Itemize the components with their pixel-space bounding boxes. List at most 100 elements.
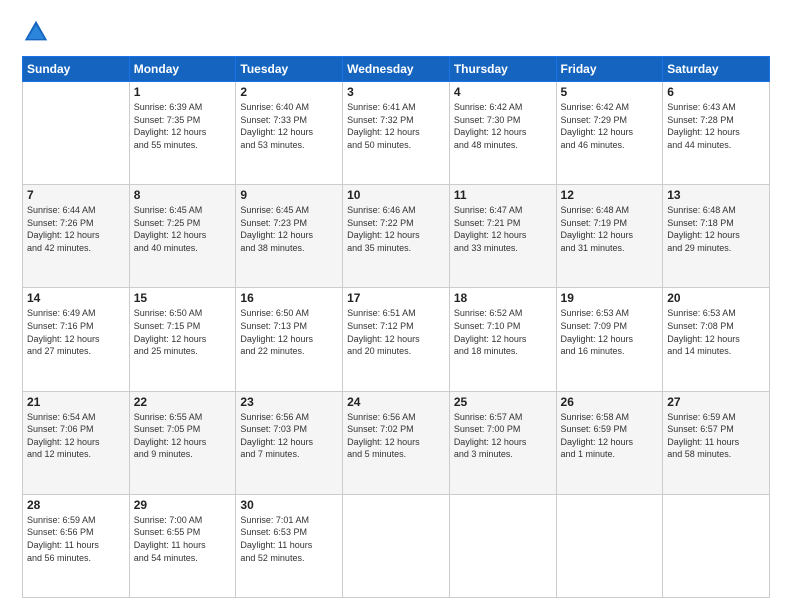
day-number: 17 xyxy=(347,291,445,305)
header-sunday: Sunday xyxy=(23,57,130,82)
day-info: Sunrise: 7:01 AM Sunset: 6:53 PM Dayligh… xyxy=(240,514,338,564)
calendar-cell xyxy=(556,494,663,597)
calendar-cell: 11 Sunrise: 6:47 AM Sunset: 7:21 PM Dayli… xyxy=(449,185,556,288)
day-info: Sunrise: 6:48 AM Sunset: 7:18 PM Dayligh… xyxy=(667,204,765,254)
day-number: 27 xyxy=(667,395,765,409)
day-number: 1 xyxy=(134,85,232,99)
day-number: 22 xyxy=(134,395,232,409)
day-info: Sunrise: 6:56 AM Sunset: 7:02 PM Dayligh… xyxy=(347,411,445,461)
day-number: 30 xyxy=(240,498,338,512)
day-number: 14 xyxy=(27,291,125,305)
calendar-cell xyxy=(663,494,770,597)
calendar-cell: 29 Sunrise: 7:00 AM Sunset: 6:55 PM Dayli… xyxy=(129,494,236,597)
day-info: Sunrise: 6:42 AM Sunset: 7:29 PM Dayligh… xyxy=(561,101,659,151)
calendar-cell: 25 Sunrise: 6:57 AM Sunset: 7:00 PM Dayli… xyxy=(449,391,556,494)
calendar-cell: 2Sunrise: 6:40 AM Sunset: 7:33 PM Daylig… xyxy=(236,82,343,185)
calendar-cell: 22 Sunrise: 6:55 AM Sunset: 7:05 PM Dayli… xyxy=(129,391,236,494)
calendar-table: SundayMondayTuesdayWednesdayThursdayFrid… xyxy=(22,56,770,598)
calendar-cell: 27 Sunrise: 6:59 AM Sunset: 6:57 PM Dayli… xyxy=(663,391,770,494)
week-row-4: 28 Sunrise: 6:59 AM Sunset: 6:56 PM Dayli… xyxy=(23,494,770,597)
calendar-cell: 21 Sunrise: 6:54 AM Sunset: 7:06 PM Dayli… xyxy=(23,391,130,494)
day-number: 29 xyxy=(134,498,232,512)
week-row-1: 7 Sunrise: 6:44 AM Sunset: 7:26 PM Daylig… xyxy=(23,185,770,288)
calendar-cell: 10 Sunrise: 6:46 AM Sunset: 7:22 PM Dayli… xyxy=(343,185,450,288)
day-number: 7 xyxy=(27,188,125,202)
day-info: Sunrise: 6:49 AM Sunset: 7:16 PM Dayligh… xyxy=(27,307,125,357)
day-number: 9 xyxy=(240,188,338,202)
day-number: 20 xyxy=(667,291,765,305)
calendar-cell: 19 Sunrise: 6:53 AM Sunset: 7:09 PM Dayli… xyxy=(556,288,663,391)
day-info: Sunrise: 6:59 AM Sunset: 6:57 PM Dayligh… xyxy=(667,411,765,461)
day-info: Sunrise: 6:43 AM Sunset: 7:28 PM Dayligh… xyxy=(667,101,765,151)
header xyxy=(22,18,770,46)
day-number: 15 xyxy=(134,291,232,305)
day-number: 25 xyxy=(454,395,552,409)
day-number: 10 xyxy=(347,188,445,202)
day-info: Sunrise: 6:45 AM Sunset: 7:25 PM Dayligh… xyxy=(134,204,232,254)
calendar-cell: 28 Sunrise: 6:59 AM Sunset: 6:56 PM Dayli… xyxy=(23,494,130,597)
day-info: Sunrise: 6:59 AM Sunset: 6:56 PM Dayligh… xyxy=(27,514,125,564)
calendar-cell: 8 Sunrise: 6:45 AM Sunset: 7:25 PM Daylig… xyxy=(129,185,236,288)
header-monday: Monday xyxy=(129,57,236,82)
day-number: 21 xyxy=(27,395,125,409)
week-row-2: 14 Sunrise: 6:49 AM Sunset: 7:16 PM Dayli… xyxy=(23,288,770,391)
calendar-cell: 3Sunrise: 6:41 AM Sunset: 7:32 PM Daylig… xyxy=(343,82,450,185)
week-row-3: 21 Sunrise: 6:54 AM Sunset: 7:06 PM Dayli… xyxy=(23,391,770,494)
calendar-cell: 24 Sunrise: 6:56 AM Sunset: 7:02 PM Dayli… xyxy=(343,391,450,494)
day-info: Sunrise: 6:52 AM Sunset: 7:10 PM Dayligh… xyxy=(454,307,552,357)
day-info: Sunrise: 6:44 AM Sunset: 7:26 PM Dayligh… xyxy=(27,204,125,254)
day-info: Sunrise: 6:51 AM Sunset: 7:12 PM Dayligh… xyxy=(347,307,445,357)
day-number: 13 xyxy=(667,188,765,202)
header-friday: Friday xyxy=(556,57,663,82)
calendar-cell: 14 Sunrise: 6:49 AM Sunset: 7:16 PM Dayli… xyxy=(23,288,130,391)
day-info: Sunrise: 7:00 AM Sunset: 6:55 PM Dayligh… xyxy=(134,514,232,564)
calendar-cell: 15 Sunrise: 6:50 AM Sunset: 7:15 PM Dayli… xyxy=(129,288,236,391)
day-number: 12 xyxy=(561,188,659,202)
day-number: 28 xyxy=(27,498,125,512)
day-number: 4 xyxy=(454,85,552,99)
day-info: Sunrise: 6:47 AM Sunset: 7:21 PM Dayligh… xyxy=(454,204,552,254)
day-number: 16 xyxy=(240,291,338,305)
day-info: Sunrise: 6:53 AM Sunset: 7:09 PM Dayligh… xyxy=(561,307,659,357)
day-number: 23 xyxy=(240,395,338,409)
day-info: Sunrise: 6:57 AM Sunset: 7:00 PM Dayligh… xyxy=(454,411,552,461)
header-thursday: Thursday xyxy=(449,57,556,82)
calendar-cell: 16 Sunrise: 6:50 AM Sunset: 7:13 PM Dayli… xyxy=(236,288,343,391)
calendar-cell xyxy=(23,82,130,185)
day-number: 26 xyxy=(561,395,659,409)
calendar-cell xyxy=(343,494,450,597)
day-number: 8 xyxy=(134,188,232,202)
logo-icon xyxy=(22,18,50,46)
day-info: Sunrise: 6:50 AM Sunset: 7:13 PM Dayligh… xyxy=(240,307,338,357)
day-info: Sunrise: 6:42 AM Sunset: 7:30 PM Dayligh… xyxy=(454,101,552,151)
day-info: Sunrise: 6:53 AM Sunset: 7:08 PM Dayligh… xyxy=(667,307,765,357)
day-info: Sunrise: 6:46 AM Sunset: 7:22 PM Dayligh… xyxy=(347,204,445,254)
day-number: 3 xyxy=(347,85,445,99)
day-number: 5 xyxy=(561,85,659,99)
calendar-cell: 6 Sunrise: 6:43 AM Sunset: 7:28 PM Daylig… xyxy=(663,82,770,185)
day-info: Sunrise: 6:45 AM Sunset: 7:23 PM Dayligh… xyxy=(240,204,338,254)
calendar-cell: 18Sunrise: 6:52 AM Sunset: 7:10 PM Dayli… xyxy=(449,288,556,391)
calendar-cell: 17 Sunrise: 6:51 AM Sunset: 7:12 PM Dayli… xyxy=(343,288,450,391)
day-number: 24 xyxy=(347,395,445,409)
day-info: Sunrise: 6:48 AM Sunset: 7:19 PM Dayligh… xyxy=(561,204,659,254)
day-info: Sunrise: 6:55 AM Sunset: 7:05 PM Dayligh… xyxy=(134,411,232,461)
day-number: 19 xyxy=(561,291,659,305)
calendar-cell: 5 Sunrise: 6:42 AM Sunset: 7:29 PM Daylig… xyxy=(556,82,663,185)
calendar-cell: 26 Sunrise: 6:58 AM Sunset: 6:59 PM Dayli… xyxy=(556,391,663,494)
calendar-cell: 30 Sunrise: 7:01 AM Sunset: 6:53 PM Dayli… xyxy=(236,494,343,597)
day-info: Sunrise: 6:54 AM Sunset: 7:06 PM Dayligh… xyxy=(27,411,125,461)
day-info: Sunrise: 6:39 AM Sunset: 7:35 PM Dayligh… xyxy=(134,101,232,151)
calendar-cell: 1 Sunrise: 6:39 AM Sunset: 7:35 PM Daylig… xyxy=(129,82,236,185)
calendar-cell xyxy=(449,494,556,597)
calendar-cell: 9 Sunrise: 6:45 AM Sunset: 7:23 PM Daylig… xyxy=(236,185,343,288)
day-number: 11 xyxy=(454,188,552,202)
header-tuesday: Tuesday xyxy=(236,57,343,82)
day-info: Sunrise: 6:50 AM Sunset: 7:15 PM Dayligh… xyxy=(134,307,232,357)
calendar-cell: 12 Sunrise: 6:48 AM Sunset: 7:19 PM Dayli… xyxy=(556,185,663,288)
calendar-cell: 7 Sunrise: 6:44 AM Sunset: 7:26 PM Daylig… xyxy=(23,185,130,288)
logo xyxy=(22,18,54,46)
day-info: Sunrise: 6:56 AM Sunset: 7:03 PM Dayligh… xyxy=(240,411,338,461)
day-number: 6 xyxy=(667,85,765,99)
day-info: Sunrise: 6:58 AM Sunset: 6:59 PM Dayligh… xyxy=(561,411,659,461)
